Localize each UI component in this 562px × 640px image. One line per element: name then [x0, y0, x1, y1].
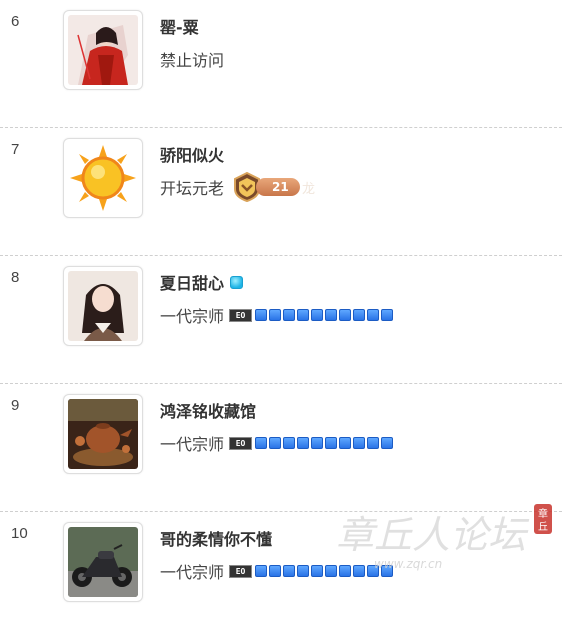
level-stars: [255, 565, 395, 577]
username-link[interactable]: 哥的柔情你不懂: [160, 526, 272, 550]
level-star-icon: [283, 309, 296, 321]
level-badge: EO: [229, 564, 253, 578]
rank-number: 10: [11, 525, 28, 542]
user-title-line: 禁止访问: [160, 48, 224, 70]
rank-row-10: 10 哥的柔情你不懂 一代宗师 EO: [0, 512, 562, 640]
level-badge: EO: [229, 308, 253, 322]
rank-number: 9: [11, 397, 20, 414]
level-star-icon: [339, 309, 352, 321]
rank-number: 6: [11, 13, 20, 30]
user-title-line: 一代宗师 EO: [160, 560, 395, 582]
level-star-icon: [353, 309, 366, 321]
level-star-icon: [381, 309, 394, 321]
level-star-icon: [325, 437, 338, 449]
level-star-icon: [339, 565, 352, 577]
level-star-icon: [255, 565, 268, 577]
level-star-icon: [353, 565, 366, 577]
level-star-icon: [269, 565, 282, 577]
level-star-icon: [311, 437, 324, 449]
username-link[interactable]: 骄阳似火: [160, 142, 224, 166]
user-title-line: 一代宗师 EO: [160, 432, 395, 454]
level-star-icon: [255, 437, 268, 449]
level-stars: [255, 437, 395, 449]
user-title: 开坛元老: [160, 179, 225, 198]
avatar-frame[interactable]: [63, 522, 143, 602]
username-text: 夏日甜心: [160, 274, 225, 293]
level-badge: EO: [229, 436, 253, 450]
level-star-icon: [283, 437, 296, 449]
rank-number: 7: [11, 141, 20, 158]
avatar-frame[interactable]: [63, 10, 143, 90]
avatar-frame[interactable]: [63, 138, 143, 218]
user-title: 一代宗师: [160, 307, 225, 326]
level-star-icon: [367, 437, 380, 449]
rank-row-8: 8 夏日甜心 一代宗师 EO: [0, 256, 562, 384]
user-title: 一代宗师: [160, 563, 225, 582]
user-title: 一代宗师: [160, 435, 225, 454]
level-star-icon: [255, 309, 268, 321]
level-star-icon: [269, 309, 282, 321]
level-star-icon: [325, 565, 338, 577]
level-star-icon: [297, 565, 310, 577]
level-star-icon: [381, 565, 394, 577]
user-title-line: 开坛元老 21 龙: [160, 172, 315, 202]
level-star-icon: [367, 309, 380, 321]
medal-count: 21: [256, 178, 301, 196]
rank-row-6: 6 罂-粟 禁止访问: [0, 0, 562, 128]
avatar-frame[interactable]: [63, 266, 143, 346]
rank-row-7: 7 骄阳似火 开坛元老 21 龙: [0, 128, 562, 256]
level-star-icon: [297, 309, 310, 321]
avatar-woman-red-robe-icon[interactable]: [68, 15, 138, 85]
level-star-icon: [353, 437, 366, 449]
level-star-icon: [297, 437, 310, 449]
medal-badge: 21 龙: [232, 172, 315, 202]
rank-number: 8: [11, 269, 20, 286]
level-star-icon: [311, 565, 324, 577]
username-link[interactable]: 夏日甜心: [160, 270, 244, 294]
username-link[interactable]: 罂-粟: [160, 14, 199, 38]
user-title: 禁止访问: [160, 51, 225, 70]
user-title-line: 一代宗师 EO: [160, 304, 395, 326]
level-star-icon: [367, 565, 380, 577]
avatar-motorcycle-icon[interactable]: [68, 527, 138, 597]
avatar-girl-icon[interactable]: [68, 271, 138, 341]
username-link[interactable]: 鸿泽铭收藏馆: [160, 398, 256, 422]
level-star-icon: [269, 437, 282, 449]
medal-ghost-text: 龙: [302, 181, 316, 197]
rank-row-9: 9 鸿泽铭收藏馆 一代宗师 EO: [0, 384, 562, 512]
avatar-sun-icon[interactable]: [68, 143, 138, 213]
vip-icon: [230, 276, 244, 289]
level-star-icon: [381, 437, 394, 449]
level-star-icon: [311, 309, 324, 321]
level-stars: [255, 309, 395, 321]
level-star-icon: [283, 565, 296, 577]
avatar-frame[interactable]: [63, 394, 143, 474]
level-star-icon: [339, 437, 352, 449]
level-star-icon: [325, 309, 338, 321]
avatar-teapot-icon[interactable]: [68, 399, 138, 469]
